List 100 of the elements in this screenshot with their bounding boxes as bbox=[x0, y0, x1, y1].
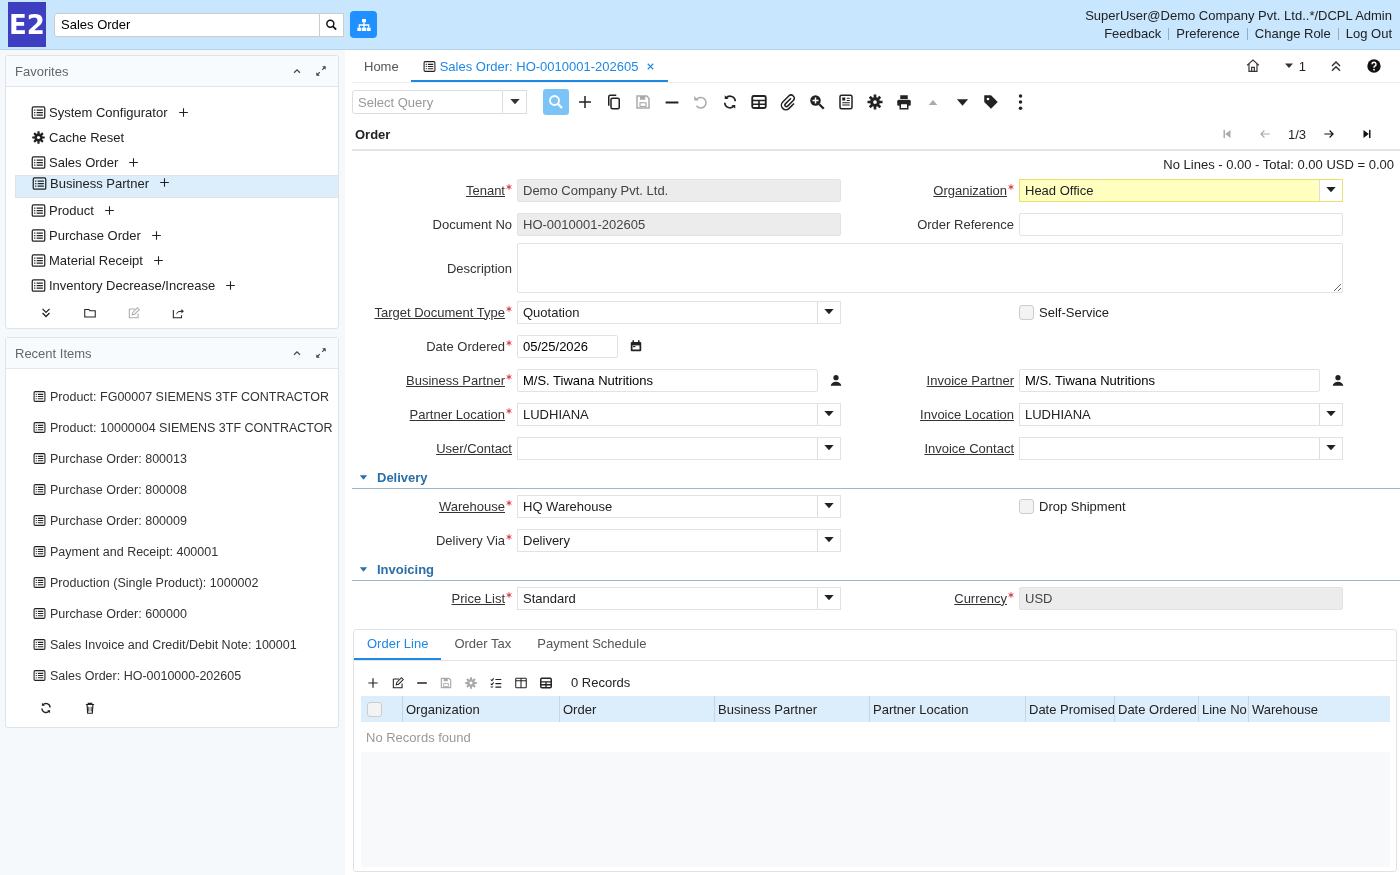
field-label[interactable]: Business Partner bbox=[406, 372, 505, 388]
dropdown-field[interactable]: HQ Warehouse bbox=[517, 494, 841, 518]
report-icon bbox=[837, 93, 855, 111]
dropdown-field[interactable]: Delivery bbox=[517, 528, 841, 552]
field-label[interactable]: User/Contact bbox=[436, 440, 512, 456]
maximize-icon[interactable] bbox=[314, 346, 328, 360]
empty-message: No Records found bbox=[361, 722, 1390, 752]
header-link[interactable]: Feedback bbox=[1097, 26, 1169, 41]
printer-icon bbox=[895, 93, 913, 111]
field-label[interactable]: Invoice Partner bbox=[926, 372, 1014, 388]
checkbox[interactable] bbox=[1019, 304, 1034, 320]
date-field[interactable]: 05/25/2026 bbox=[517, 334, 618, 358]
recent-item[interactable]: Sales Invoice and Credit/Debit Note: 100001 bbox=[15, 629, 329, 660]
search-icon[interactable] bbox=[320, 12, 344, 37]
detail-tab[interactable]: Order Line bbox=[354, 636, 442, 660]
read-only-field: Demo Company Pvt. Ltd. bbox=[517, 178, 841, 202]
header-link[interactable]: Preference bbox=[1169, 26, 1247, 41]
dropdown-field[interactable]: Quotation bbox=[517, 300, 841, 324]
plus-icon[interactable] bbox=[224, 279, 238, 292]
grid-icon[interactable] bbox=[539, 675, 553, 690]
read-only-field: HO-0010001-202605 bbox=[517, 212, 841, 236]
header-link[interactable]: Change Role bbox=[1247, 26, 1338, 41]
text-field[interactable] bbox=[1019, 212, 1343, 236]
home-icon[interactable] bbox=[1244, 58, 1261, 74]
window-count-dropdown[interactable]: 1 bbox=[1282, 58, 1306, 74]
detail-tab[interactable]: Order Tax bbox=[441, 636, 525, 660]
person-icon[interactable] bbox=[1331, 373, 1345, 387]
dropdown-field[interactable] bbox=[1019, 436, 1343, 460]
favorite-item[interactable]: Inventory Decrease/Increase bbox=[15, 273, 329, 298]
read-only-field: USD bbox=[1019, 586, 1343, 610]
search-field[interactable]: M/S. Tiwana Nutritions bbox=[517, 368, 818, 392]
field-label[interactable]: Currency bbox=[954, 590, 1007, 606]
panel-title: Recent Items bbox=[15, 345, 93, 361]
recent-item[interactable]: Purchase Order: 800013 bbox=[15, 443, 329, 474]
plus-icon[interactable] bbox=[151, 254, 165, 267]
dropdown-field[interactable]: LUDHIANA bbox=[517, 402, 841, 426]
favorite-item[interactable]: Purchase Order bbox=[15, 223, 329, 248]
field-label[interactable]: Partner Location bbox=[409, 406, 505, 422]
plus-icon[interactable] bbox=[127, 156, 141, 169]
field-label[interactable]: Warehouse bbox=[439, 498, 505, 514]
refresh-icon[interactable] bbox=[39, 701, 53, 715]
edit-icon[interactable] bbox=[391, 675, 405, 690]
plus-icon[interactable] bbox=[102, 204, 116, 217]
list-icon bbox=[33, 452, 46, 465]
plus-icon[interactable] bbox=[176, 106, 190, 119]
calendar-icon[interactable] bbox=[629, 339, 643, 353]
dropdown-field[interactable]: Standard bbox=[517, 586, 841, 610]
search-field[interactable]: Sales Order bbox=[54, 12, 320, 37]
favorite-item[interactable]: Sales Order bbox=[15, 150, 329, 175]
favorite-item[interactable]: Product bbox=[15, 198, 329, 223]
favorite-item[interactable]: Material Receipt bbox=[15, 248, 329, 273]
dropdown-field[interactable] bbox=[517, 436, 841, 460]
minus-icon[interactable] bbox=[416, 680, 428, 685]
recent-item[interactable]: Product: FG00007 SIEMENS 3TF CONTRACTOR bbox=[15, 381, 329, 412]
field-label[interactable]: Organization bbox=[933, 182, 1007, 198]
plus-icon[interactable] bbox=[149, 229, 163, 242]
window-tab[interactable]: Home bbox=[352, 59, 411, 82]
select-all-checkbox[interactable] bbox=[367, 701, 382, 717]
columns-icon[interactable] bbox=[514, 675, 528, 690]
field-label[interactable]: Invoice Location bbox=[920, 406, 1014, 422]
recent-item[interactable]: Purchase Order: 600000 bbox=[15, 598, 329, 629]
checkbox-label: Drop Shipment bbox=[1039, 498, 1126, 514]
plus-icon[interactable] bbox=[158, 176, 171, 189]
search-field[interactable]: M/S. Tiwana Nutritions bbox=[1019, 368, 1320, 392]
recent-item[interactable]: Payment and Receipt: 400001 bbox=[15, 536, 329, 567]
person-icon[interactable] bbox=[829, 373, 843, 387]
checklist-icon[interactable] bbox=[489, 675, 503, 690]
field-label[interactable]: Target Document Type bbox=[374, 304, 505, 320]
maximize-icon[interactable] bbox=[314, 64, 328, 78]
query-field[interactable]: Select Query bbox=[352, 90, 503, 114]
tag-icon bbox=[982, 93, 1000, 111]
favorite-item[interactable]: Business Partner bbox=[15, 175, 339, 198]
dropdown-button[interactable] bbox=[503, 90, 527, 114]
section-header[interactable]: Delivery bbox=[352, 467, 1400, 489]
trash-icon[interactable] bbox=[83, 701, 97, 715]
recent-item[interactable]: Sales Order: HO-0010000-202605 bbox=[15, 660, 329, 691]
field-label[interactable]: Price List bbox=[451, 590, 505, 606]
detail-tab[interactable]: Payment Schedule bbox=[524, 636, 660, 660]
dropdown-field[interactable]: LUDHIANA bbox=[1019, 402, 1343, 426]
double-chevron-icon[interactable] bbox=[39, 306, 53, 320]
field-label[interactable]: Invoice Contact bbox=[924, 440, 1014, 456]
help-icon[interactable] bbox=[1366, 58, 1382, 74]
window-tab[interactable]: Sales Order: HO-0010001-202605 bbox=[410, 59, 669, 82]
favorite-item[interactable]: Cache Reset bbox=[15, 125, 329, 150]
header-link[interactable]: Log Out bbox=[1338, 26, 1392, 41]
refresh-icon bbox=[721, 93, 739, 111]
recent-item[interactable]: Purchase Order: 800009 bbox=[15, 505, 329, 536]
field-label: Document No bbox=[432, 216, 512, 232]
folder-icon[interactable] bbox=[83, 306, 97, 320]
favorite-item[interactable]: System Configurator bbox=[15, 100, 329, 125]
recent-item[interactable]: Purchase Order: 800008 bbox=[15, 474, 329, 505]
checkbox[interactable] bbox=[1019, 498, 1034, 514]
section-header[interactable]: Invoicing bbox=[352, 559, 1400, 581]
dropdown-field[interactable]: Head Office bbox=[1019, 178, 1343, 202]
field-label[interactable]: Tenant bbox=[465, 182, 505, 198]
window-count: 1 bbox=[1298, 58, 1306, 74]
menu-tree-button[interactable] bbox=[350, 11, 377, 38]
list-icon bbox=[31, 105, 46, 120]
recent-item[interactable]: Production (Single Product): 1000002 bbox=[15, 567, 329, 598]
paperclip-icon bbox=[779, 93, 797, 111]
